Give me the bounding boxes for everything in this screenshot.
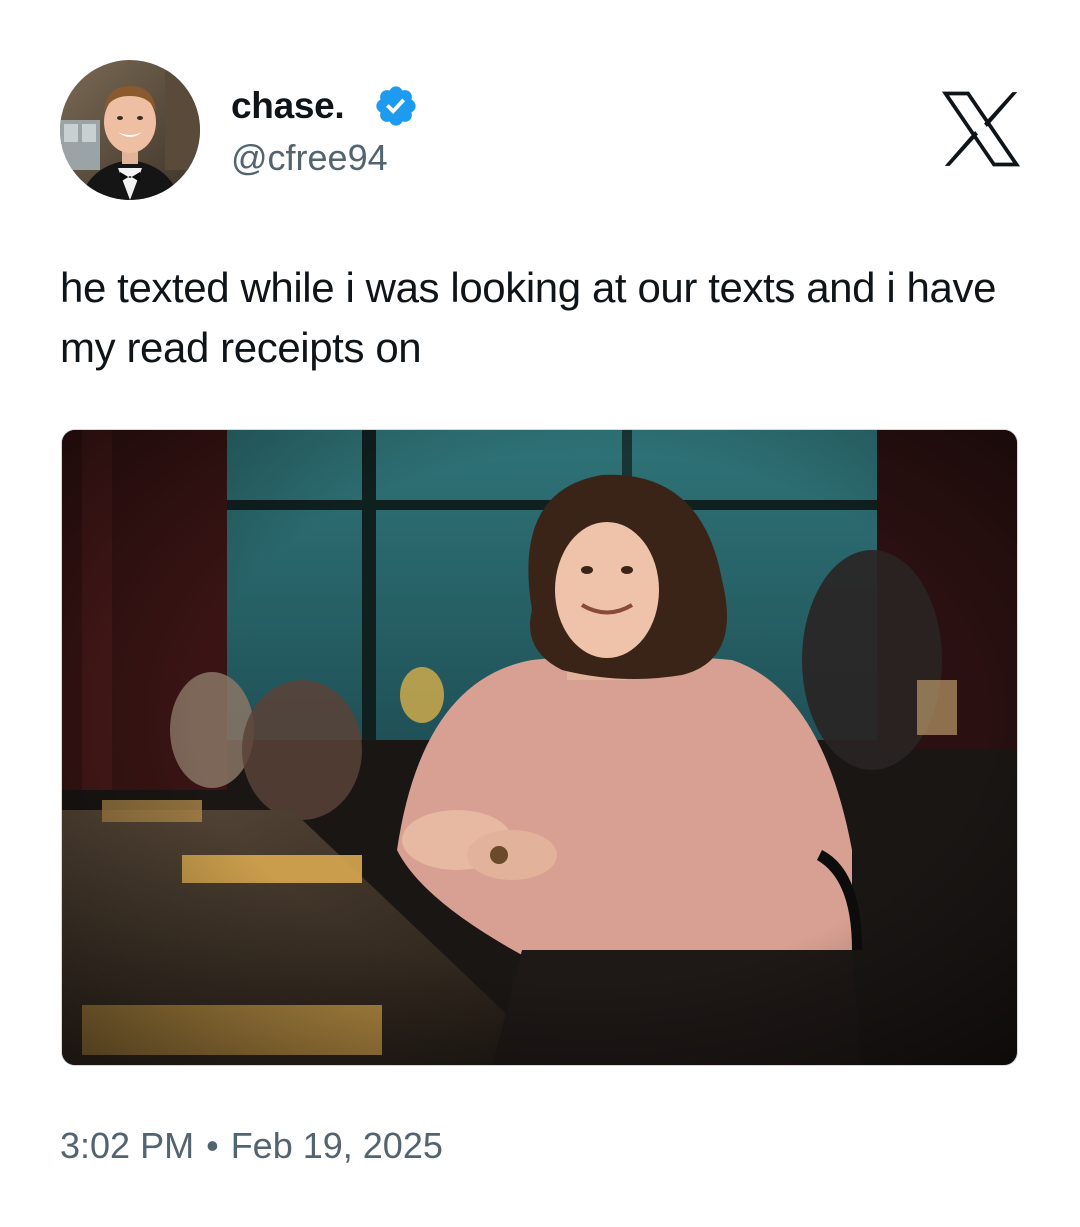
tweet-date: Feb 19, 2025: [230, 1125, 443, 1166]
tweet-text: he texted while i was looking at our tex…: [60, 264, 997, 371]
tweet-media-photo[interactable]: [61, 429, 1018, 1066]
avatar-photo: [60, 60, 200, 200]
tweet-timestamp[interactable]: 3:02 PM • Feb 19, 2025: [60, 1124, 443, 1168]
user-handle[interactable]: @cfree94: [231, 136, 388, 180]
timestamp-separator: •: [206, 1125, 219, 1166]
x-logo-icon[interactable]: [940, 88, 1022, 170]
tweet-time: 3:02 PM: [60, 1125, 195, 1166]
avatar[interactable]: [60, 60, 200, 200]
verified-badge-icon: [376, 86, 416, 126]
display-name[interactable]: chase.: [231, 84, 345, 128]
attached-photo: [62, 430, 1017, 1065]
